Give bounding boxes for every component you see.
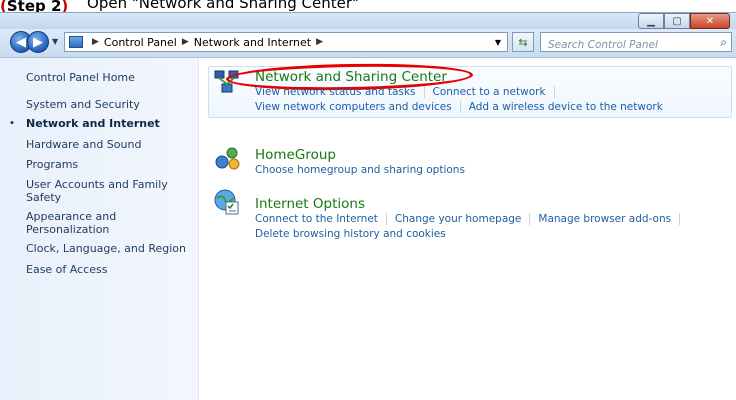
forward-arrow-icon: ▶ <box>33 34 43 50</box>
network-links-row2: View network computers and devices Add a… <box>255 101 663 113</box>
caption-bar: (Step 2) Open "Network and Sharing Cente… <box>0 0 736 12</box>
internet-options-icon <box>214 189 239 215</box>
chevron-right-icon[interactable]: ▶ <box>316 37 323 47</box>
chevron-right-icon[interactable]: ▶ <box>92 37 99 47</box>
internet-options-links-row1: Connect to the Internet Change your home… <box>255 213 688 225</box>
minimize-icon: ▁ <box>647 15 655 27</box>
refresh-button[interactable]: ⇆ <box>512 32 534 52</box>
search-box[interactable]: ⌕ <box>540 32 732 54</box>
refresh-icon: ⇆ <box>518 35 528 49</box>
content-area: Control Panel Home System and Security •… <box>0 57 736 400</box>
active-bullet-icon: • <box>9 118 15 129</box>
caption-step: Step 2 <box>6 0 62 12</box>
breadcrumb-control-panel[interactable]: Control Panel <box>104 36 177 49</box>
link-divider <box>553 86 555 98</box>
forward-button[interactable]: ▶ <box>27 31 49 53</box>
minimize-button[interactable]: ▁ <box>638 13 664 29</box>
internet-options-link[interactable]: Internet Options <box>255 196 365 212</box>
title-bar: ▁ ▢ ✕ <box>0 13 736 29</box>
homegroup-links-row1: Choose homegroup and sharing options <box>255 164 465 176</box>
navigation-bar: ◀ ▶ ▼ ▶ Control Panel ▶ Network and Inte… <box>0 29 736 57</box>
address-bar[interactable]: ▶ Control Panel ▶ Network and Internet ▶… <box>64 32 508 52</box>
window-controls: ▁ ▢ ✕ <box>638 13 730 29</box>
caption-text: Open "Network and Sharing Center" <box>87 0 359 12</box>
link-add-wireless-device[interactable]: Add a wireless device to the network <box>469 101 663 113</box>
address-dropdown-icon[interactable]: ▼ <box>495 38 501 47</box>
breadcrumb-network-and-internet[interactable]: Network and Internet <box>194 36 311 49</box>
link-connect-to-network[interactable]: Connect to a network <box>433 86 546 98</box>
maximize-button[interactable]: ▢ <box>664 13 690 29</box>
homegroup-link[interactable]: HomeGroup <box>255 147 336 163</box>
link-divider <box>423 86 425 98</box>
caption-step-bracket-close: ) <box>61 0 69 12</box>
network-links-row1: View network status and tasks Connect to… <box>255 86 563 98</box>
search-icon[interactable]: ⌕ <box>720 35 727 50</box>
sidebar-item-user-accounts[interactable]: User Accounts and Family Safety <box>26 178 176 204</box>
link-manage-browser-addons[interactable]: Manage browser add-ons <box>538 213 671 225</box>
link-view-network-status[interactable]: View network status and tasks <box>255 86 416 98</box>
category-panel: Network and Sharing Center View network … <box>199 58 736 400</box>
sidebar-item-system-and-security[interactable]: System and Security <box>26 98 191 111</box>
internet-options-links-row2: Delete browsing history and cookies <box>255 228 446 240</box>
explorer-window: ▁ ▢ ✕ ◀ ▶ ▼ ▶ Control Panel ▶ Network an… <box>0 12 736 400</box>
control-panel-icon <box>69 36 83 48</box>
sidebar-item-hardware-and-sound[interactable]: Hardware and Sound <box>26 138 191 151</box>
sidebar-item-clock-language-region[interactable]: Clock, Language, and Region <box>26 242 191 255</box>
link-divider <box>459 101 461 113</box>
sidebar-item-ease-of-access[interactable]: Ease of Access <box>26 263 191 276</box>
recent-pages-dropdown[interactable]: ▼ <box>52 37 58 46</box>
link-choose-homegroup-options[interactable]: Choose homegroup and sharing options <box>255 164 465 176</box>
sidebar-item-network-and-internet[interactable]: Network and Internet <box>26 117 191 130</box>
link-view-network-computers[interactable]: View network computers and devices <box>255 101 452 113</box>
sidebar-item-control-panel-home[interactable]: Control Panel Home <box>26 71 191 84</box>
caption-step-bracket: ( <box>0 0 7 12</box>
homegroup-icon <box>215 147 240 170</box>
close-button[interactable]: ✕ <box>690 13 730 29</box>
chevron-right-icon[interactable]: ▶ <box>182 37 189 47</box>
link-connect-to-internet[interactable]: Connect to the Internet <box>255 213 378 225</box>
back-arrow-icon: ◀ <box>16 34 26 50</box>
link-divider <box>385 213 387 225</box>
sidebar-item-appearance[interactable]: Appearance and Personalization <box>26 210 146 236</box>
sidebar-item-programs[interactable]: Programs <box>26 158 191 171</box>
link-divider <box>529 213 531 225</box>
sidebar: Control Panel Home System and Security •… <box>0 58 199 400</box>
link-change-homepage[interactable]: Change your homepage <box>395 213 521 225</box>
close-icon: ✕ <box>705 15 715 27</box>
link-delete-browsing-history[interactable]: Delete browsing history and cookies <box>255 228 446 240</box>
search-input[interactable] <box>546 36 710 54</box>
maximize-icon: ▢ <box>672 15 682 27</box>
link-divider <box>679 213 681 225</box>
